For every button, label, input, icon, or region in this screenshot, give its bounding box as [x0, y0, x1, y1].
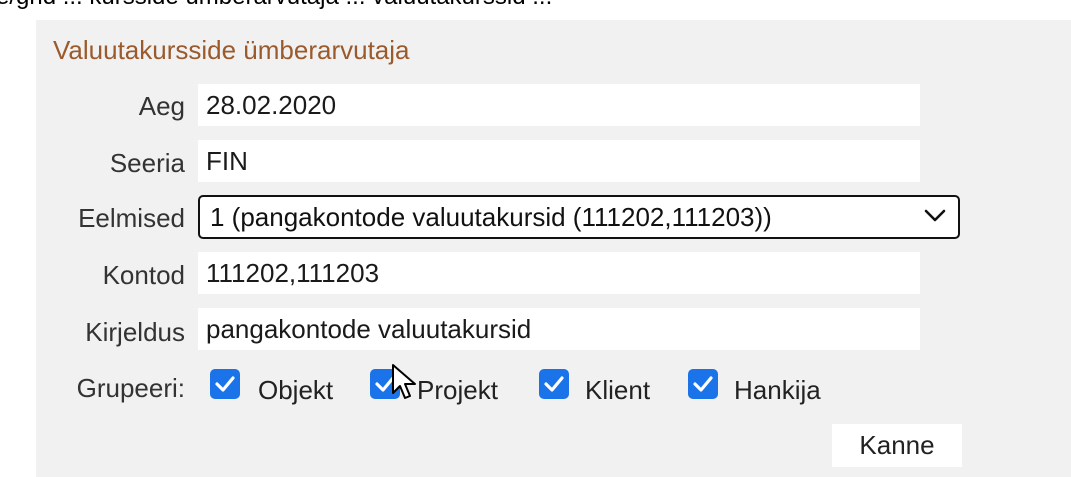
hankija-label[interactable]: Hankija — [734, 375, 821, 406]
aeg-label: Aeg — [138, 91, 185, 121]
objekt-label[interactable]: Objekt — [258, 375, 333, 406]
kontod-input[interactable]: 111202,111203 — [198, 252, 920, 294]
kanne-button[interactable]: Kanne — [832, 424, 962, 467]
check-icon — [544, 376, 564, 392]
chevron-down-icon — [924, 209, 946, 222]
seeria-label: Seeria — [109, 148, 185, 178]
eelmised-label: Eelmised — [78, 203, 185, 233]
klient-label[interactable]: Klient — [585, 375, 650, 406]
panel-title: Valuutakursside ümberarvutaja — [53, 35, 410, 65]
projekt-label[interactable]: Projekt — [417, 375, 498, 406]
check-icon — [693, 376, 713, 392]
kontod-label: Kontod — [102, 260, 185, 290]
hankija-checkbox[interactable] — [688, 369, 718, 399]
grupeeri-label: Grupeeri: — [76, 373, 185, 403]
currency-recalc-panel: Valuutakursside ümberarvutaja Aeg 28.02.… — [36, 20, 1071, 477]
top-cropped-text: e/grid ... kursside ümberarvutaja ... va… — [0, 0, 1071, 10]
eelmised-selected-value: 1 (pangakontode valuutakursid (111202,11… — [210, 202, 772, 232]
klient-checkbox[interactable] — [539, 369, 569, 399]
kirjeldus-input[interactable]: pangakontode valuutakursid — [198, 308, 920, 350]
mouse-pointer-icon — [392, 364, 416, 399]
seeria-input[interactable]: FIN — [198, 140, 920, 182]
kirjeldus-label: Kirjeldus — [85, 317, 185, 347]
eelmised-select[interactable]: 1 (pangakontode valuutakursid (111202,11… — [198, 195, 960, 239]
aeg-input[interactable]: 28.02.2020 — [198, 84, 920, 126]
objekt-checkbox[interactable] — [210, 369, 240, 399]
check-icon — [215, 376, 235, 392]
